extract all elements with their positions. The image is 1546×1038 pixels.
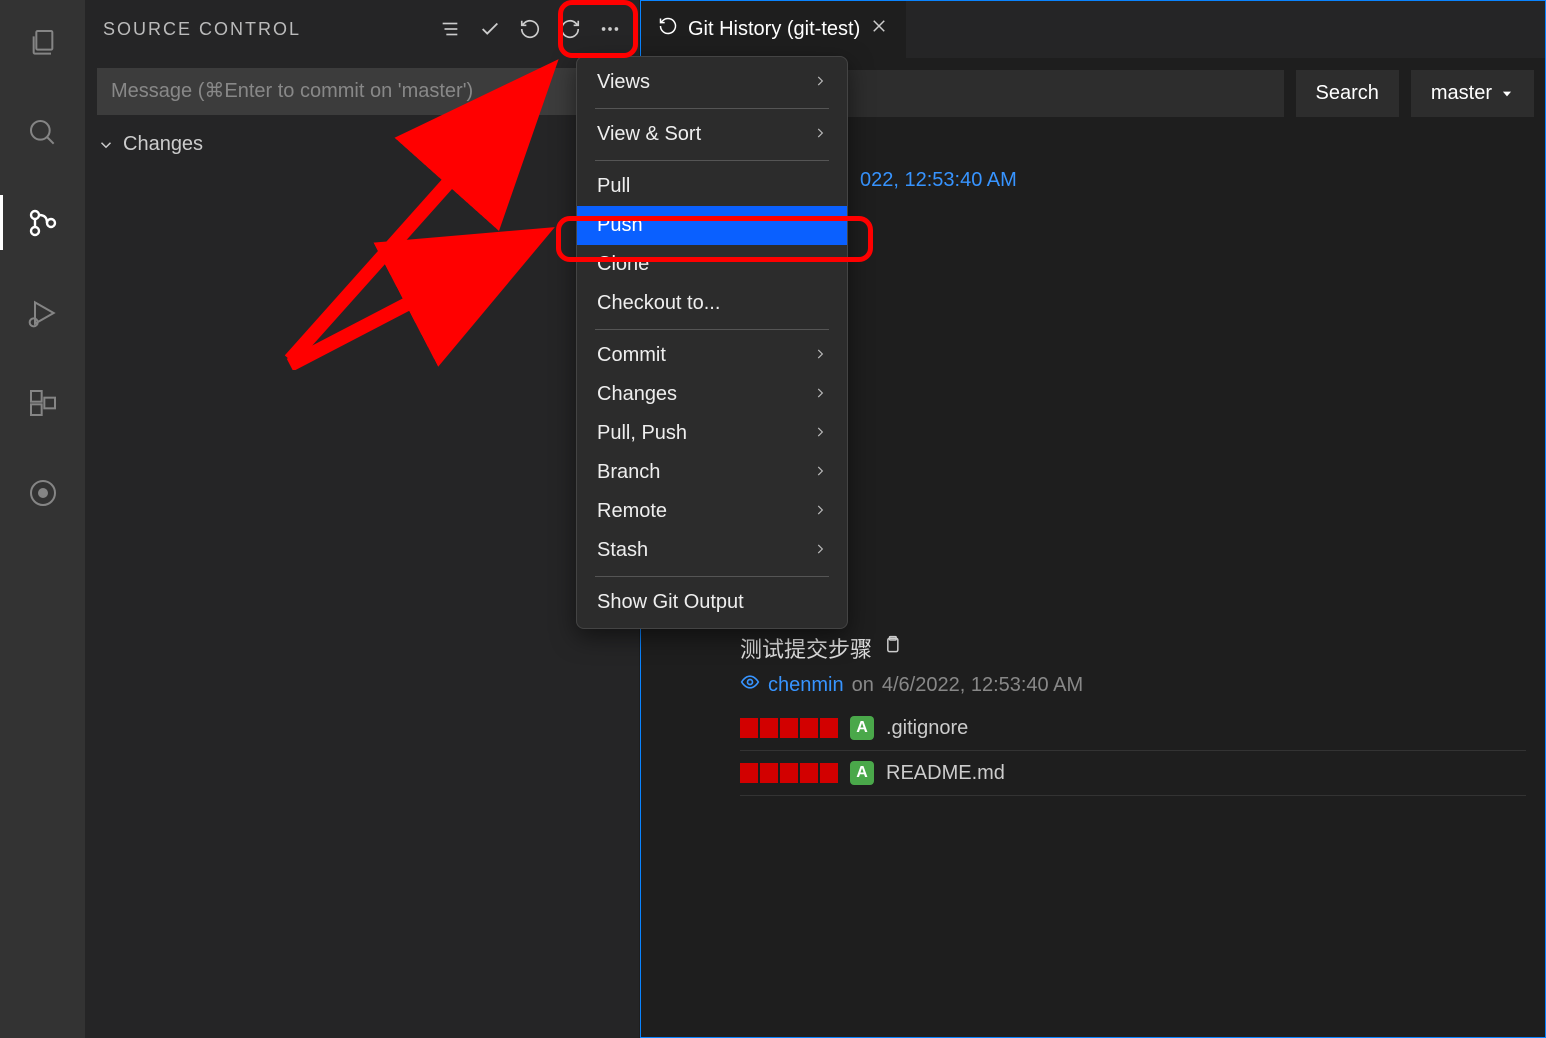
- chevron-right-icon: [813, 501, 827, 522]
- search-icon[interactable]: [0, 105, 85, 160]
- tab-title: Git History (git-test): [688, 18, 860, 41]
- context-menu: Views View & Sort PullPushCloneCheckout to…: [576, 56, 848, 629]
- source-control-icon[interactable]: [0, 195, 85, 250]
- activity-bar: [0, 0, 85, 1038]
- search-button[interactable]: Search: [1296, 70, 1399, 117]
- source-control-sidebar: SOURCE CONTROL Changes: [85, 0, 640, 1038]
- commit-author[interactable]: chenmin: [768, 674, 844, 697]
- tab-git-history[interactable]: Git History (git-test): [640, 0, 906, 58]
- caret-down-icon: [1500, 87, 1514, 101]
- chevron-right-icon: [813, 462, 827, 483]
- menu-item-view-sort[interactable]: View & Sort: [577, 115, 847, 154]
- gitlens-icon[interactable]: [0, 465, 85, 520]
- menu-separator: [595, 576, 829, 577]
- menu-item-show-git-output[interactable]: Show Git Output: [577, 583, 847, 622]
- explorer-icon[interactable]: [0, 15, 85, 70]
- clipboard-icon[interactable]: [882, 635, 902, 661]
- changes-label: Changes: [123, 133, 203, 156]
- status-badge: A: [850, 761, 874, 785]
- menu-item-checkout-to-[interactable]: Checkout to...: [577, 284, 847, 323]
- sidebar-title: SOURCE CONTROL: [103, 19, 439, 40]
- sidebar-header: SOURCE CONTROL: [85, 0, 639, 58]
- tab-bar: Git History (git-test): [640, 0, 1546, 58]
- chevron-right-icon: [813, 124, 827, 145]
- menu-item-remote[interactable]: Remote: [577, 492, 847, 531]
- history-icon: [658, 16, 678, 42]
- commit-entry: 测试提交步骤 chenmin on 4/6/2022, 12:53:40 AM …: [660, 632, 1526, 796]
- file-row[interactable]: A .gitignore: [740, 706, 1526, 751]
- menu-item-changes[interactable]: Changes: [577, 375, 847, 414]
- menu-separator: [595, 160, 829, 161]
- branch-select[interactable]: master: [1411, 70, 1534, 117]
- commit-message-input[interactable]: [97, 68, 627, 115]
- menu-separator: [595, 108, 829, 109]
- menu-item-views[interactable]: Views: [577, 63, 847, 102]
- chevron-right-icon: [813, 345, 827, 366]
- menu-item-commit[interactable]: Commit: [577, 336, 847, 375]
- menu-item-branch[interactable]: Branch: [577, 453, 847, 492]
- history-icon[interactable]: [519, 18, 541, 40]
- commit-title: 测试提交步骤: [740, 632, 1526, 664]
- menu-item-stash[interactable]: Stash: [577, 531, 847, 570]
- extensions-icon[interactable]: [0, 375, 85, 430]
- menu-separator: [595, 329, 829, 330]
- changes-section[interactable]: Changes: [85, 125, 639, 164]
- close-icon[interactable]: [870, 17, 888, 41]
- hash-indicator: [740, 718, 838, 738]
- chevron-right-icon: [813, 423, 827, 444]
- file-name: README.md: [886, 762, 1005, 785]
- menu-item-pull[interactable]: Pull: [577, 167, 847, 206]
- chevron-down-icon: [97, 136, 115, 154]
- commit-meta: chenmin on 4/6/2022, 12:53:40 AM: [740, 664, 1526, 706]
- status-badge: A: [850, 716, 874, 740]
- hash-indicator: [740, 763, 838, 783]
- refresh-icon[interactable]: [559, 18, 581, 40]
- chevron-right-icon: [813, 72, 827, 93]
- menu-item-push[interactable]: Push: [577, 206, 847, 245]
- branch-label: master: [1431, 82, 1492, 105]
- menu-item-pull-push[interactable]: Pull, Push: [577, 414, 847, 453]
- chevron-right-icon: [813, 540, 827, 561]
- commit-check-icon[interactable]: [479, 18, 501, 40]
- menu-item-clone[interactable]: Clone: [577, 245, 847, 284]
- commit-date: 4/6/2022, 12:53:40 AM: [882, 674, 1083, 697]
- chevron-right-icon: [813, 384, 827, 405]
- header-actions: [439, 18, 621, 40]
- debug-icon[interactable]: [0, 285, 85, 340]
- file-name: .gitignore: [886, 717, 968, 740]
- more-actions-icon[interactable]: [599, 18, 621, 40]
- view-tree-icon[interactable]: [439, 18, 461, 40]
- eye-icon: [740, 672, 760, 698]
- date-prefix: on: [852, 674, 874, 697]
- file-row[interactable]: A README.md: [740, 751, 1526, 796]
